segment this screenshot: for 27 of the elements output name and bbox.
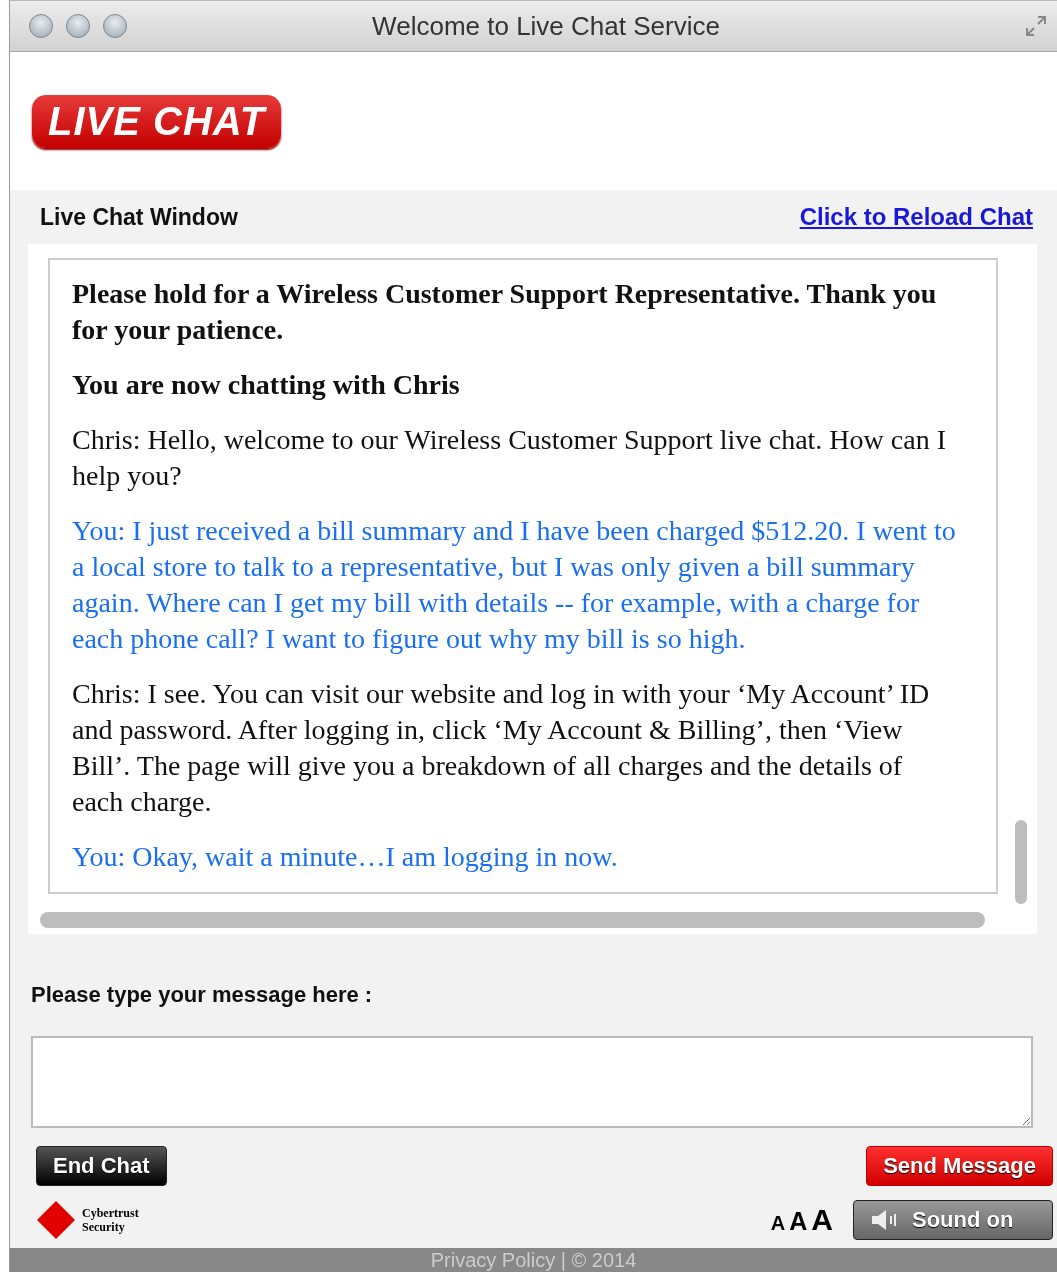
- user-message: You: I just received a bill summary and I have been charged $512.20. I went to a local store to talk to a representative, but I was only given a bill summary again. Where can I get my bill with details -- for example, with a charge for each phone call? I want to figure out why my bill is so high.: [72, 514, 956, 656]
- window-control-button[interactable]: [103, 14, 127, 38]
- system-message: Please hold for a Wireless Customer Support Representative. Thank you for your patience.: [72, 277, 938, 347]
- security-diamond-icon: [36, 1200, 76, 1240]
- footer-text: Privacy Policy | © 2014: [10, 1248, 1057, 1272]
- horizontal-scrollbar[interactable]: [40, 912, 985, 928]
- reload-chat-link[interactable]: Click to Reload Chat: [799, 203, 1033, 231]
- agent-message: Chris: Hello, welcome to our Wireless Customer Support live chat. How can I help you?: [72, 423, 947, 493]
- message-label: Please type your message here :: [30, 981, 374, 1008]
- sound-toggle-button[interactable]: Sound on: [853, 1200, 1053, 1240]
- security-badge-text: Cybertrust Security: [82, 1206, 139, 1234]
- vertical-scrollbar[interactable]: [1015, 820, 1027, 904]
- window-control-button[interactable]: [66, 14, 90, 38]
- user-message: You: Okay, wait a minute…I am logging in now.: [72, 840, 619, 874]
- font-size-button[interactable]: A: [789, 1207, 808, 1236]
- message-input[interactable]: [31, 1036, 1033, 1128]
- agent-message: Chris: I see. You can visit our website and log in with your ‘My Account’ ID and password. After logging in, click ‘My Account & Billing’, then ‘View Bill’. The page will give you a breakdown of all charges and the details of each charge.: [72, 677, 931, 819]
- panel-title: Live Chat Window: [40, 203, 238, 231]
- end-chat-button[interactable]: End Chat: [36, 1146, 167, 1186]
- live-chat-logo: LIVE CHAT: [32, 94, 282, 148]
- fullscreen-icon[interactable]: [1025, 15, 1047, 37]
- font-size-button[interactable]: A: [811, 1203, 833, 1237]
- send-message-button[interactable]: Send Message: [866, 1146, 1053, 1186]
- window-title: Welcome to Live Chat Service: [371, 10, 721, 42]
- window-control-button[interactable]: [29, 14, 53, 38]
- font-size-button[interactable]: A: [770, 1212, 786, 1235]
- system-message: You are now chatting with Chris: [72, 368, 461, 402]
